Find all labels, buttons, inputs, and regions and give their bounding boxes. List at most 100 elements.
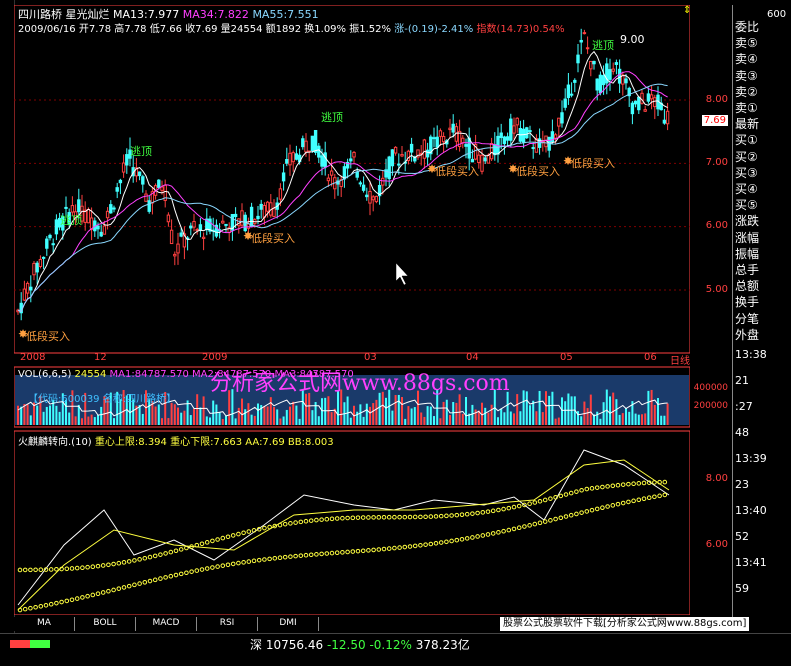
month-label: 2008 <box>20 352 46 363</box>
candle-body <box>534 138 539 153</box>
tab-boll[interactable]: BOLL <box>75 617 136 631</box>
volume-indicator-name: VOL(6,6,5) <box>18 369 72 380</box>
candle-body <box>352 151 356 158</box>
volume-bar <box>321 398 323 425</box>
volume-bar <box>305 393 307 425</box>
candle-body <box>521 128 526 143</box>
volume-bar <box>317 416 320 425</box>
current-price-tag: 7.69 <box>701 115 728 126</box>
candle-body <box>86 208 91 224</box>
month-label: 04 <box>466 352 479 363</box>
tab-macd[interactable]: MACD <box>136 617 197 631</box>
volume-bar <box>541 412 544 425</box>
volume-bar <box>154 406 157 425</box>
volume-bar <box>202 396 205 425</box>
candle-body <box>614 62 619 65</box>
candle-body <box>70 205 75 213</box>
candle-body <box>29 286 33 291</box>
volume-bar <box>74 416 77 425</box>
candle-body <box>477 154 481 164</box>
volume-bar <box>170 402 173 425</box>
volume-bar <box>657 398 659 425</box>
volume-bar <box>413 407 416 425</box>
quote-amplitude: 振1.52% <box>349 24 392 35</box>
volume-bar <box>247 403 250 425</box>
volume-bar <box>362 416 365 425</box>
candle-body <box>22 288 27 301</box>
candle-body <box>425 149 430 158</box>
chart-area[interactable]: 逃顶 逃顶 逃顶 逃顶 9.00 ✸ 低段买入 ✸ 低段买入 ✸ 低段买入 ✸ 低段买入 ✸ 低段买入 <box>13 4 691 616</box>
period-tag[interactable]: 日线 <box>670 352 690 367</box>
volume-bar <box>218 412 221 425</box>
volume-bar <box>423 416 426 425</box>
indicator-upper: 重心上限:8.394 <box>94 437 167 448</box>
tab-ma[interactable]: MA <box>14 617 75 631</box>
ad-banner[interactable]: 股票公式股票软件下载[分析家公式网www.88gs.com] <box>500 617 750 631</box>
volume-bar <box>564 401 567 425</box>
candle-body <box>646 93 651 102</box>
signal-label: 逃顶 <box>321 111 343 124</box>
candle-body <box>461 137 465 144</box>
candle-body <box>611 68 615 72</box>
signal-label: 低段买入 <box>251 231 295 245</box>
candle-body <box>438 130 443 137</box>
candle-body <box>422 139 427 159</box>
quote-change: 涨-(0.19)-2.41% <box>394 24 474 35</box>
candle-body <box>499 132 503 139</box>
tick-time: 13:40 <box>735 504 767 517</box>
candle-body <box>41 256 46 259</box>
volume-bar <box>522 390 525 425</box>
volume-bar <box>279 418 282 425</box>
candle-body <box>515 117 519 126</box>
side-panel-item: 买① <box>735 133 758 148</box>
candle-body <box>160 186 164 191</box>
chart-toggle-icon[interactable]: ⇕ <box>683 5 691 16</box>
quote-open: 开7.78 <box>78 24 112 35</box>
volume-bar <box>42 411 45 425</box>
candle-body <box>589 60 593 70</box>
candle-body <box>665 110 670 125</box>
candle-body <box>576 54 580 64</box>
tab-rsi[interactable]: RSI <box>197 617 258 631</box>
status-bar: 深 10756.46 -12.50 -0.12% 378.23亿 <box>0 633 791 666</box>
chart-background <box>14 5 690 615</box>
signal-label: 低段买入 <box>435 164 479 178</box>
volume-bar <box>529 405 531 425</box>
side-panel-item: 最新 <box>735 117 760 132</box>
volume-bar <box>273 407 275 425</box>
candle-body <box>105 210 110 219</box>
volume-bar <box>113 418 115 425</box>
volume-bar <box>100 406 103 425</box>
volume-bar <box>81 418 83 425</box>
volume-bar <box>551 391 554 425</box>
volume-bar <box>372 403 375 425</box>
volume-bar <box>266 406 269 425</box>
volume-bar <box>602 402 605 425</box>
volume-bar <box>378 392 381 425</box>
candle-body <box>569 93 574 96</box>
candle-body <box>630 102 635 115</box>
candle-body <box>502 136 507 145</box>
volume-bar <box>97 414 99 425</box>
volume-bar <box>183 410 186 425</box>
candle-body <box>528 130 532 133</box>
candle-body <box>585 47 590 50</box>
quote-date: 2009/06/16 <box>18 24 76 35</box>
candle-body <box>288 152 292 166</box>
tab-dmi[interactable]: DMI <box>258 617 319 631</box>
side-panel-item: 委比 <box>735 20 760 34</box>
volume-bar <box>244 409 247 425</box>
candle-body <box>201 236 206 239</box>
candle-body <box>480 154 484 172</box>
volume-bar <box>561 397 563 425</box>
volume-bar <box>346 396 349 425</box>
volume-bar <box>605 389 608 425</box>
chart-svg[interactable]: 逃顶逃顶逃顶逃顶 9.00✸低段买入✸低段买入✸低段买入 ✸低段买入✸低段买入 <box>13 4 691 616</box>
candle-body <box>291 152 295 163</box>
candle-body <box>141 176 145 185</box>
volume-bar <box>292 401 295 425</box>
volume-bar <box>452 402 455 425</box>
month-label: 2009 <box>202 352 228 363</box>
candle-body <box>470 158 475 163</box>
volume-value: 24554 <box>74 369 107 380</box>
